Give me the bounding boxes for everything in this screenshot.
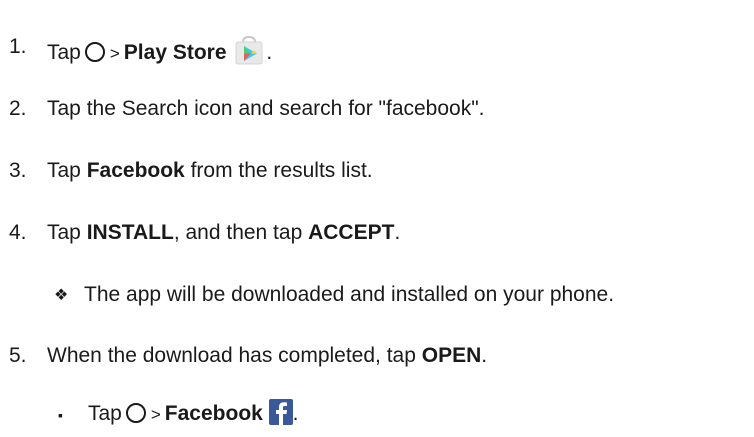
play-store-label: Play Store: [123, 41, 227, 64]
facebook-label: Facebook: [86, 159, 185, 182]
square-bullet-icon: ▪: [58, 407, 63, 423]
tap-label: Tap: [47, 41, 81, 64]
step-number: 1.: [9, 35, 27, 58]
text-post: .: [394, 221, 401, 244]
text-mid: , and then tap: [173, 221, 309, 244]
diamond-bullet-icon: ❖: [54, 287, 69, 304]
note-text: The app will be downloaded and installed…: [84, 283, 615, 306]
home-circle-icon: [125, 403, 146, 423]
step-number: 5.: [9, 344, 27, 367]
step-number: 3.: [9, 159, 27, 182]
step-text: Tap > Play Store .: [47, 34, 272, 73]
step-text: Tap Facebook from the results list.: [47, 158, 373, 184]
text-pre: Tap: [47, 159, 87, 182]
open-label: OPEN: [421, 344, 482, 367]
install-label: INSTALL: [86, 221, 174, 244]
step-number: 4.: [9, 221, 27, 244]
step-number: 2.: [9, 97, 27, 120]
step-text: When the download has completed, tap OPE…: [47, 343, 487, 369]
text-post: from the results list.: [184, 159, 373, 182]
step-text: Tap INSTALL, and then tap ACCEPT.: [47, 220, 400, 246]
step-text: Tap the Search icon and search for "face…: [47, 97, 485, 120]
arrow-separator: >: [109, 44, 120, 63]
text-post: .: [481, 344, 488, 367]
sub-step-text: Tap > Facebook .: [88, 399, 299, 432]
text-pre: Tap: [47, 221, 87, 244]
period: .: [266, 41, 273, 64]
play-store-icon: [232, 34, 266, 73]
facebook-label: Facebook: [164, 402, 263, 425]
accept-label: ACCEPT: [308, 221, 395, 244]
tap-label: Tap: [88, 402, 122, 425]
text-pre: When the download has completed, tap: [47, 344, 422, 367]
arrow-separator: >: [150, 405, 161, 424]
home-circle-icon: [84, 42, 105, 62]
facebook-icon: [268, 399, 293, 432]
period: .: [292, 402, 299, 425]
